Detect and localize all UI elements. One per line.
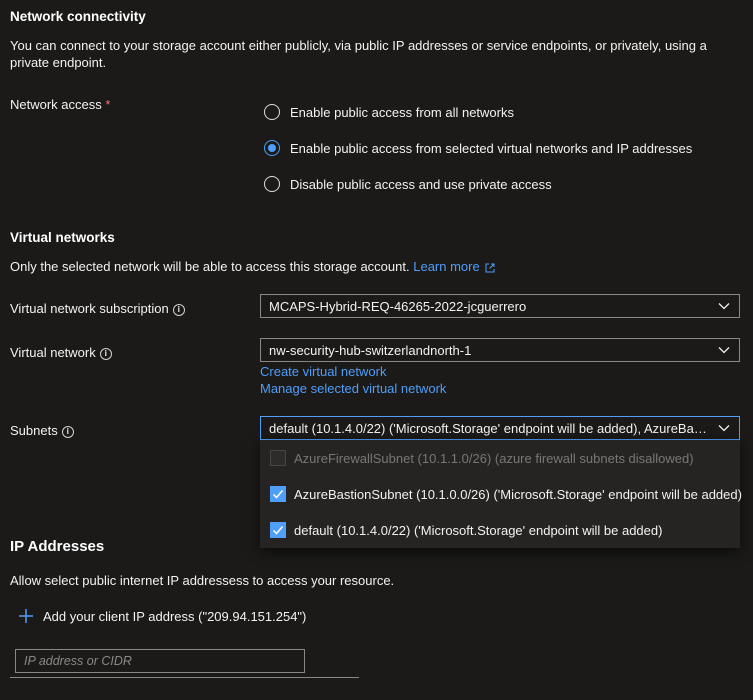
ip-addresses-description: Allow select public internet IP addresse… <box>10 573 395 588</box>
vnet-subscription-label-text: Virtual network subscription <box>10 301 169 316</box>
radio-circle[interactable] <box>264 176 280 192</box>
subnets-dropdown[interactable]: default (10.1.4.0/22) ('Microsoft.Storag… <box>260 416 740 440</box>
plus-icon <box>19 609 33 623</box>
chevron-down-icon <box>718 303 730 310</box>
vnet-label: Virtual network i <box>10 345 112 360</box>
subnet-option-azurebastionsubnet[interactable]: AzureBastionSubnet (10.1.0.0/26) ('Micro… <box>260 476 742 512</box>
external-link-icon <box>485 263 495 273</box>
network-connectivity-heading: Network connectivity <box>10 9 146 24</box>
chevron-down-icon <box>718 347 730 354</box>
subnet-option-label: AzureFirewallSubnet (10.1.1.0/26) (azure… <box>294 450 694 466</box>
virtual-networks-description-text: Only the selected network will be able t… <box>10 259 410 274</box>
radio-label: Enable public access from selected virtu… <box>290 140 693 156</box>
radio-selected-networks[interactable]: Enable public access from selected virtu… <box>264 140 692 156</box>
radio-circle[interactable] <box>264 104 280 120</box>
network-connectivity-description-line1: You can connect to your storage account … <box>10 38 707 53</box>
radio-circle-selected[interactable] <box>264 140 280 156</box>
ip-addresses-heading: IP Addresses <box>10 538 105 555</box>
manage-vnet-link[interactable]: Manage selected virtual network <box>260 381 446 396</box>
learn-more-label: Learn more <box>413 259 480 274</box>
subnet-option-label: default (10.1.4.0/22) ('Microsoft.Storag… <box>294 522 663 538</box>
network-connectivity-description-line2: private endpoint. <box>10 55 107 70</box>
create-vnet-link[interactable]: Create virtual network <box>260 364 386 379</box>
radio-disable-public[interactable]: Disable public access and use private ac… <box>264 176 552 192</box>
virtual-networks-heading: Virtual networks <box>10 230 115 245</box>
vnet-value: nw-security-hub-switzerlandnorth-1 <box>269 342 472 358</box>
radio-label: Disable public access and use private ac… <box>290 176 552 192</box>
chevron-down-icon <box>718 425 730 432</box>
subnets-label: Subnets i <box>10 423 74 438</box>
add-client-ip-button[interactable]: Add your client IP address ("209.94.151.… <box>18 608 306 624</box>
checkbox-checked[interactable] <box>270 486 286 502</box>
subnets-dropdown-list: AzureFirewallSubnet (10.1.1.0/26) (azure… <box>260 440 742 548</box>
network-access-label: Network access * <box>10 97 110 112</box>
required-marker: * <box>105 97 111 112</box>
checkbox-disabled <box>270 450 286 466</box>
virtual-networks-description: Only the selected network will be able t… <box>10 259 495 274</box>
subnet-option-azurefirewallsubnet: AzureFirewallSubnet (10.1.1.0/26) (azure… <box>260 440 740 476</box>
info-icon[interactable]: i <box>172 303 185 316</box>
subnets-value: default (10.1.4.0/22) ('Microsoft.Storag… <box>269 420 711 436</box>
network-access-label-text: Network access <box>10 97 102 112</box>
vnet-label-text: Virtual network <box>10 345 96 360</box>
vnet-subscription-value: MCAPS-Hybrid-REQ-46265-2022-jcguerrero <box>269 298 527 314</box>
info-icon[interactable]: i <box>61 425 74 438</box>
vnet-subscription-dropdown[interactable]: MCAPS-Hybrid-REQ-46265-2022-jcguerrero <box>260 294 740 318</box>
info-icon[interactable]: i <box>99 347 112 360</box>
learn-more-link[interactable]: Learn more <box>413 259 495 274</box>
vnet-subscription-label: Virtual network subscription i <box>10 301 185 316</box>
radio-label: Enable public access from all networks <box>290 104 514 120</box>
subnet-option-default[interactable]: default (10.1.4.0/22) ('Microsoft.Storag… <box>260 512 740 548</box>
checkmark-icon <box>272 526 284 535</box>
ip-address-input[interactable] <box>15 649 305 673</box>
checkbox-checked[interactable] <box>270 522 286 538</box>
subnets-label-text: Subnets <box>10 423 58 438</box>
subnet-option-label: AzureBastionSubnet (10.1.0.0/26) ('Micro… <box>294 486 742 502</box>
divider <box>10 677 359 678</box>
add-client-ip-label: Add your client IP address ("209.94.151.… <box>43 608 307 624</box>
radio-all-networks[interactable]: Enable public access from all networks <box>264 104 514 120</box>
vnet-dropdown[interactable]: nw-security-hub-switzerlandnorth-1 <box>260 338 740 362</box>
checkmark-icon <box>272 490 284 499</box>
